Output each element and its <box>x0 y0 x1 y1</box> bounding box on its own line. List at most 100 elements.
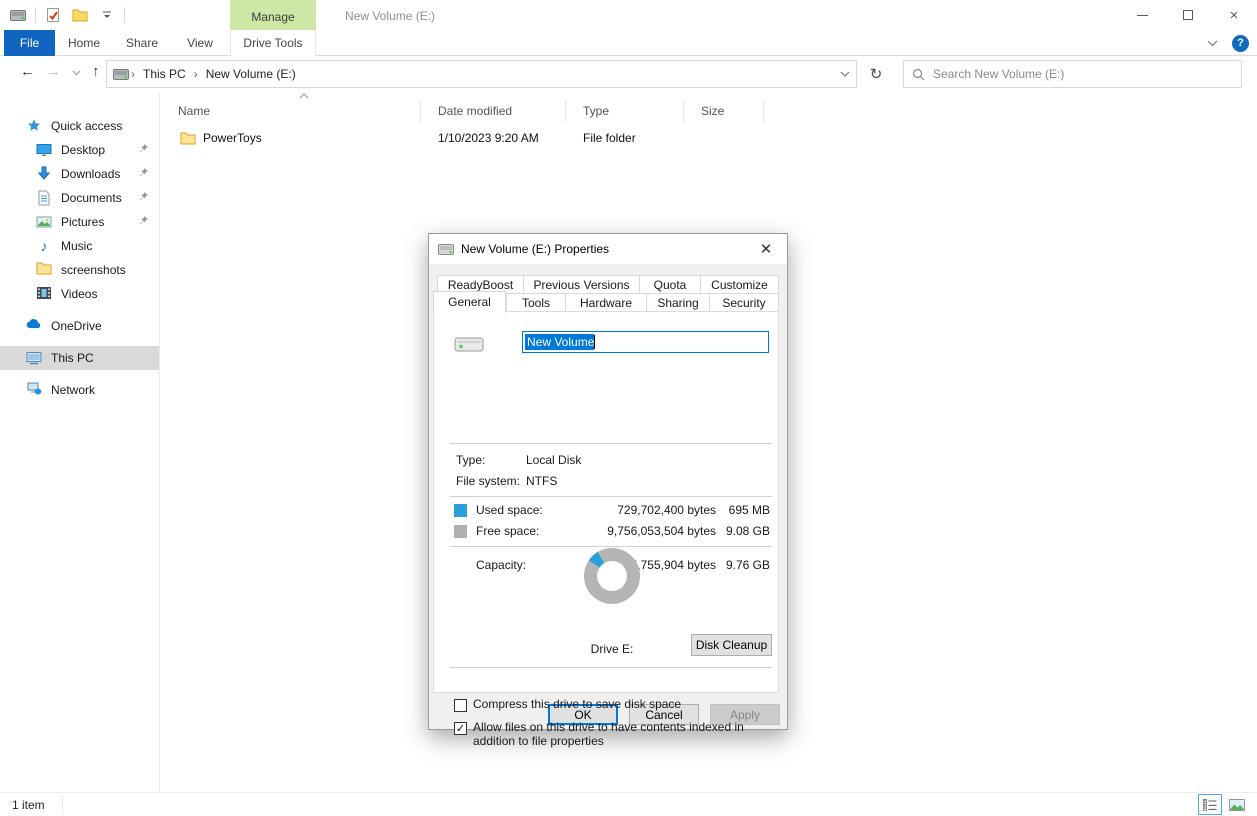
text-caret <box>594 335 595 349</box>
drive-icon <box>8 5 28 25</box>
refresh-icon[interactable]: ↻ <box>862 62 890 86</box>
volume-name-input[interactable]: New Volume <box>522 331 769 353</box>
pin-icon <box>138 143 149 154</box>
details-view-button[interactable] <box>1198 794 1222 815</box>
status-bar: 1 item <box>0 792 1257 816</box>
properties-dialog: New Volume (E:) Properties ✕ ReadyBoost … <box>428 233 788 730</box>
sidebar-item-videos[interactable]: Videos <box>0 282 159 306</box>
disk-cleanup-button[interactable]: Disk Cleanup <box>691 634 772 656</box>
network-icon <box>26 382 42 398</box>
sidebar-label: Desktop <box>61 143 105 157</box>
pin-icon <box>138 215 149 226</box>
tab-share[interactable]: Share <box>113 30 171 56</box>
sidebar-item-desktop[interactable]: Desktop <box>0 138 159 162</box>
type-label: Type: <box>456 453 485 467</box>
type-value: Local Disk <box>526 453 581 467</box>
used-space-swatch <box>454 504 467 517</box>
checkbox-unchecked-icon[interactable] <box>454 699 467 712</box>
pin-icon <box>138 191 149 202</box>
sidebar-item-music[interactable]: ♪ Music <box>0 234 159 258</box>
free-space-bytes: 9,756,053,504 bytes <box>584 524 716 538</box>
window-title: New Volume (E:) <box>345 9 435 23</box>
sidebar-item-downloads[interactable]: Downloads <box>0 162 159 186</box>
new-folder-icon[interactable] <box>70 5 90 25</box>
selected-text: New Volume <box>525 334 594 350</box>
column-header-date-modified[interactable]: Date modified <box>421 100 566 122</box>
dialog-title-bar: New Volume (E:) Properties ✕ <box>429 234 787 264</box>
dialog-tab-previous-versions[interactable]: Previous Versions <box>523 275 640 294</box>
sidebar-label: OneDrive <box>51 319 102 333</box>
ribbon-collapse-icon[interactable] <box>1207 40 1218 47</box>
sidebar-item-pictures[interactable]: Pictures <box>0 210 159 234</box>
divider <box>450 496 772 497</box>
checkbox-label: Allow files on this drive to have conten… <box>473 721 778 749</box>
large-icons-view-button[interactable] <box>1225 794 1249 815</box>
dialog-tab-sharing[interactable]: Sharing <box>646 293 710 312</box>
address-bar[interactable]: › This PC › New Volume (E:) <box>106 60 857 88</box>
forward-button[interactable]: → <box>46 63 61 80</box>
capacity-label: Capacity: <box>476 558 526 572</box>
close-button[interactable]: × <box>1211 0 1257 30</box>
address-dropdown-icon[interactable] <box>840 71 850 77</box>
divider <box>450 667 772 668</box>
recent-locations-icon[interactable] <box>72 70 81 76</box>
sidebar-item-onedrive[interactable]: OneDrive <box>0 314 159 338</box>
tab-file[interactable]: File <box>4 30 55 56</box>
column-header-size[interactable]: Size <box>684 100 764 122</box>
help-icon[interactable]: ? <box>1232 35 1249 52</box>
customize-qat-dropdown-icon[interactable] <box>97 5 117 25</box>
dialog-tab-tools[interactable]: Tools <box>506 293 566 312</box>
free-space-swatch <box>454 525 467 538</box>
qat-separator <box>124 7 125 23</box>
sidebar-label: screenshots <box>61 263 126 277</box>
sidebar-item-this-pc[interactable]: This PC <box>0 346 159 370</box>
used-space-size: 695 MB <box>722 503 770 517</box>
dialog-title: New Volume (E:) Properties <box>461 242 609 256</box>
dialog-tab-hardware[interactable]: Hardware <box>565 293 647 312</box>
file-name: PowerToys <box>203 131 262 145</box>
onedrive-cloud-icon <box>26 318 42 334</box>
dialog-tab-general[interactable]: General <box>433 291 506 313</box>
column-header-type[interactable]: Type <box>566 100 684 122</box>
sidebar-item-network[interactable]: Network <box>0 378 159 402</box>
checkbox-label: Compress this drive to save disk space <box>473 698 778 712</box>
breadcrumb-chevron-icon: › <box>192 67 200 81</box>
tab-home[interactable]: Home <box>55 30 113 56</box>
column-header-name[interactable]: Name <box>161 100 421 122</box>
dialog-tab-quota[interactable]: Quota <box>639 275 701 294</box>
breadcrumb-this-pc[interactable]: This PC <box>137 67 192 81</box>
sort-ascending-icon <box>299 93 309 99</box>
divider <box>450 443 772 444</box>
quick-access-toolbar <box>8 5 125 25</box>
free-space-size: 9.08 GB <box>722 524 770 538</box>
drive-letter-label: Drive E: <box>534 642 690 656</box>
back-button[interactable]: ← <box>20 63 35 80</box>
usage-donut <box>584 548 640 604</box>
item-count: 1 item <box>12 798 45 812</box>
title-bar: Manage New Volume (E:) × <box>0 0 1257 30</box>
sidebar-item-quick-access[interactable]: Quick access <box>0 114 159 138</box>
pictures-icon <box>36 214 52 230</box>
sidebar-label: Network <box>51 383 95 397</box>
minimize-button[interactable] <box>1119 0 1165 30</box>
tab-drive-tools[interactable]: Drive Tools <box>230 30 316 56</box>
sidebar-item-documents[interactable]: Documents <box>0 186 159 210</box>
dialog-close-icon[interactable]: ✕ <box>746 235 786 263</box>
dialog-tab-customize[interactable]: Customize <box>700 275 779 294</box>
properties-icon[interactable] <box>43 5 63 25</box>
drive-icon <box>454 334 484 354</box>
this-pc-icon <box>26 350 42 366</box>
search-box[interactable] <box>903 60 1242 88</box>
contextual-group-manage[interactable]: Manage <box>230 0 316 30</box>
up-button[interactable]: ↑ <box>92 63 100 80</box>
breadcrumb-new-volume[interactable]: New Volume (E:) <box>200 67 302 81</box>
donut-hole <box>597 561 627 591</box>
search-input[interactable] <box>933 67 1233 81</box>
table-row[interactable]: PowerToys 1/10/2023 9:20 AM File folder <box>161 127 761 149</box>
maximize-button[interactable] <box>1165 0 1211 30</box>
dialog-tab-security[interactable]: Security <box>709 293 779 312</box>
free-space-label: Free space: <box>476 524 539 538</box>
tab-view[interactable]: View <box>171 30 229 56</box>
checkbox-checked-icon[interactable]: ✓ <box>454 722 467 735</box>
sidebar-item-screenshots[interactable]: screenshots <box>0 258 159 282</box>
